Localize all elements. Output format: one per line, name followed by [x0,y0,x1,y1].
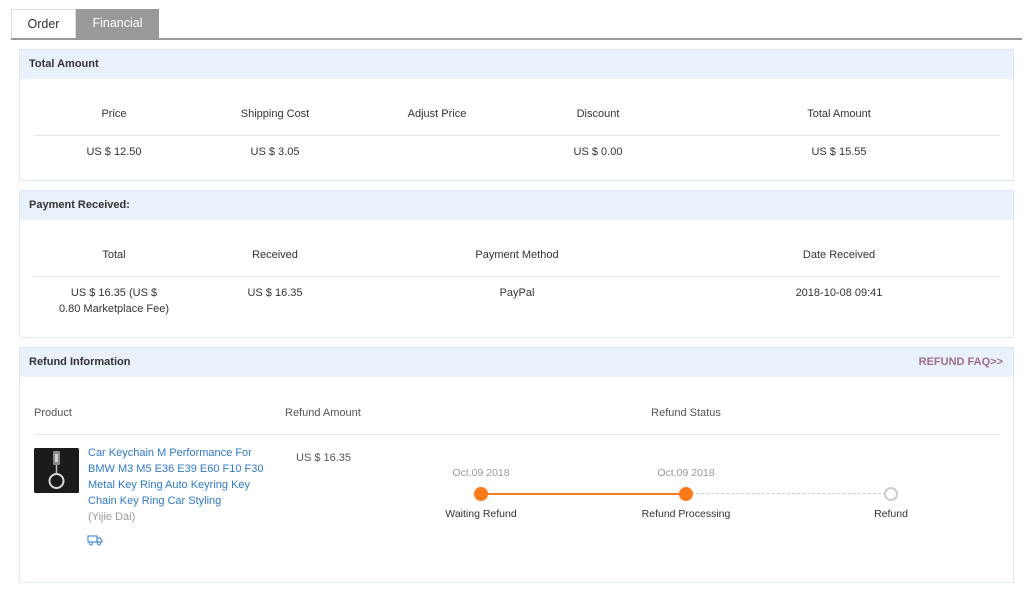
payment-total-line2: 0.80 Marketplace Fee) [58,303,170,315]
date-received-header: Date Received [802,249,876,261]
discount-header: Discount [576,108,620,120]
step-label-processing: Refund Processing [641,508,731,520]
refund-information-title: Refund Information [29,356,131,368]
adjust-price-header: Adjust Price [407,108,467,120]
refund-faq-link[interactable]: REFUND FAQ>> [919,348,1003,377]
payment-total-line1: US $ 16.35 (US $ [70,287,158,299]
total-header: Total [102,249,126,261]
refund-amount-value: US $ 16.35 [296,452,352,464]
keychain-image [34,448,79,493]
step-dot-refund [884,487,898,501]
received-header: Received [252,249,298,261]
tab-order[interactable]: Order [11,9,76,38]
step-label-refund: Refund [874,508,908,520]
tab-financial[interactable]: Financial [76,9,159,38]
payment-method-header: Payment Method [475,249,559,261]
total-amount-header: Total Amount [20,50,1013,79]
truck-icon[interactable] [87,534,103,546]
refund-information-header: Refund Information REFUND FAQ>> [20,348,1013,377]
tab-bar: Order Financial [11,9,1022,40]
price-header: Price [101,108,127,120]
progress-line-done [481,493,686,495]
product-header: Product [34,407,72,419]
step-date-waiting: Oct.09 2018 [452,467,510,479]
date-received-value: 2018-10-08 09:41 [795,287,883,299]
payment-total-value: US $ 16.35 (US $ 0.80 Marketplace Fee) [44,285,184,317]
refund-information-panel: Refund Information REFUND FAQ>> Product … [19,347,1014,583]
step-label-waiting: Waiting Refund [445,508,517,520]
divider [34,276,1000,277]
shipping-cost-value: US $ 3.05 [250,146,300,158]
divider [34,135,1000,136]
total-amount-panel: Total Amount Price Shipping Cost Adjust … [19,49,1014,181]
step-dot-waiting [474,487,488,501]
shipping-cost-header: Shipping Cost [240,108,310,120]
step-date-processing: Oct.09 2018 [657,467,715,479]
product-title-link[interactable]: Car Keychain M Performance For BMW M3 M5… [88,445,278,509]
seller-name: (Yijie Dai) [88,511,136,523]
payment-method-value: PayPal [499,287,535,299]
price-value: US $ 12.50 [86,146,142,158]
received-value: US $ 16.35 [247,287,303,299]
product-thumbnail[interactable] [34,448,79,493]
payment-received-header: Payment Received: [20,191,1013,220]
progress-line-pending [686,493,891,494]
total-amount-value: US $ 15.55 [811,146,867,158]
step-dot-processing [679,487,693,501]
refund-status-header: Refund Status [651,407,721,419]
divider [34,434,1000,435]
total-amount-col-header: Total Amount [807,108,871,120]
refund-amount-header: Refund Amount [285,407,361,419]
payment-received-panel: Payment Received: Total Received Payment… [19,190,1014,338]
discount-value: US $ 0.00 [573,146,623,158]
